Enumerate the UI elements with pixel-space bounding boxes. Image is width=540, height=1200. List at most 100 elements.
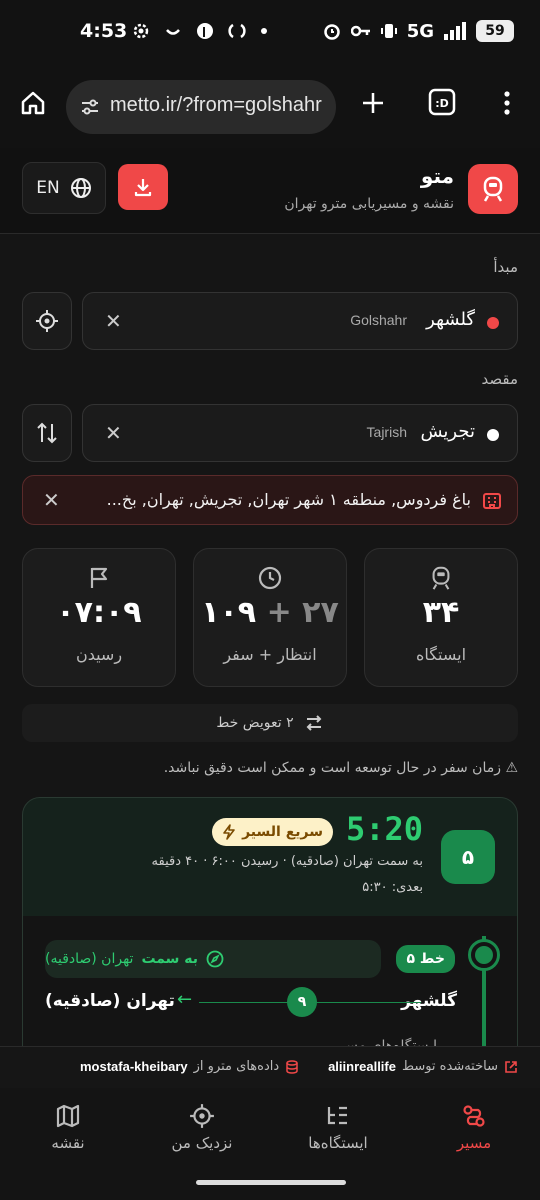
flag-icon [90,567,108,588]
gesture-bar[interactable] [196,1180,346,1185]
system-icons: 5G 59 [323,20,514,42]
download-icon [134,179,152,197]
browser-toolbar: metto.ir/?from=golshahr :D [0,68,540,148]
express-label: سریع السیر [242,824,323,840]
built-by[interactable]: ساخته‌شده توسط aliinreallife [328,1059,518,1074]
app-header: متو نقشه و مسیریابی مترو تهران EN [0,148,540,234]
pinterest-icon [197,23,213,39]
home-icon[interactable] [20,90,46,116]
address-text: باغ فردوس, منطقه ۱ شهر تهران, تجریش, تهر… [106,490,471,509]
nav-route[interactable]: مسیر [424,1098,524,1152]
direction-pill: به سمت تهران (صادقیه) [45,940,381,978]
list-tree-icon [327,1106,347,1125]
nav-stations[interactable]: ایستگاه‌ها [288,1098,388,1152]
transfer-arrows-icon [306,715,322,731]
data-source[interactable]: داده‌های مترو از mostafa-kheibary [80,1059,299,1074]
destination-clear-icon[interactable]: ✕ [105,421,122,445]
status-bar: 4:53 5G 59 [0,0,540,68]
plus-sign: + [266,595,292,630]
url-text: metto.ir/?from=golshahr [110,94,322,116]
language-label: EN [36,178,60,198]
address-banner[interactable]: باغ فردوس, منطقه ۱ شهر تهران, تجریش, تهر… [22,475,518,525]
app-subtitle: نقشه و مسیریابی مترو تهران [284,196,454,212]
nav-map[interactable]: نقشه [18,1098,118,1152]
swap-button[interactable] [22,404,72,462]
line-badge: ۵ [441,830,495,884]
battery-indicator: 59 [476,20,514,42]
database-icon [286,1059,298,1074]
origin-label: مبدأ [493,258,518,276]
crosshair-icon [36,310,58,332]
signal-icon [444,22,466,40]
new-tab-icon[interactable] [360,90,386,116]
gear-icon [133,23,149,39]
train-icon [483,176,503,202]
nav-nearby[interactable]: نزدیک من [152,1098,252,1152]
more-menu-icon[interactable] [500,90,514,116]
compass-icon [206,950,224,968]
line-chip: خط ۵ [396,945,455,973]
origin-dot [487,317,499,329]
route-icon [463,1105,485,1127]
map-icon [56,1104,80,1128]
route-origin-node [468,939,500,971]
origin-field[interactable]: گلشهر Golshahr ✕ [82,292,518,350]
destination-field[interactable]: تجریش Tajrish ✕ [82,404,518,462]
locate-me-button[interactable] [22,292,72,350]
stat-duration: ۱۰۹ + ۲۷ انتظار + سفر [193,548,347,687]
trip-meta: به سمت تهران (صادقیه) · رسیدن ۶:۰۰ · ۴۰ … [151,854,423,869]
direction-prefix: به سمت [141,951,199,967]
site-settings-icon[interactable] [80,98,100,116]
key-icon [350,25,370,37]
stat-arrival: ۰۷:۰۹ رسیدن [22,548,176,687]
download-button[interactable] [118,164,168,210]
credit-bar: ساخته‌شده توسط aliinreallife داده‌های مت… [0,1046,540,1088]
app-logo [468,164,518,214]
express-badge: سریع السیر [212,818,333,846]
data-source-name: mostafa-kheibary [80,1059,188,1074]
segment-destination: تهران (صادقیه) [45,991,175,1011]
sync-icon [228,23,246,39]
departure-time: 5:20 [345,810,423,848]
duration-value: ۱۰۹ + ۲۷ [194,595,346,630]
destination-name-fa: تجریش [420,421,475,442]
built-by-prefix: ساخته‌شده توسط [401,1059,498,1074]
origin-clear-icon[interactable]: ✕ [105,309,122,333]
stop-count: ۹ [287,987,317,1017]
destination-label: مقصد [481,370,518,388]
nav-route-label: مسیر [456,1134,492,1152]
travel-time-warning: ⚠ زمان سفر در حال توسعه است و ممکن است د… [163,760,518,776]
transfers-summary[interactable]: ۲ تعویض خط [22,704,518,742]
language-toggle[interactable]: EN [22,162,106,214]
destination-dot [487,429,499,441]
lightning-icon [223,824,235,840]
tabs-icon[interactable]: :D [428,88,456,116]
stations-label: ایستگاه [415,645,467,664]
close-icon[interactable]: ✕ [43,488,60,512]
network-type: 5G [406,20,434,42]
notification-icons [132,22,268,40]
duration-label: انتظار + سفر [223,645,317,664]
nav-nearby-label: نزدیک من [171,1134,233,1152]
origin-name-en: Golshahr [350,312,407,328]
stations-count: ۳۴ [422,595,460,630]
status-time: 4:53 [80,20,128,42]
globe-icon [70,178,91,198]
arrival-label: رسیدن [75,645,123,664]
svg-text::D: :D [435,97,449,110]
dot-icon [261,28,267,34]
arrow-left-icon: ← [177,989,193,1010]
train-icon [432,566,450,590]
built-by-name: aliinreallife [328,1059,396,1074]
nav-stations-label: ایستگاه‌ها [308,1134,368,1152]
alarm-icon [323,24,340,40]
origin-name-fa: گلشهر [426,309,475,330]
app-title: متو [420,164,454,188]
address-bar[interactable]: metto.ir/?from=golshahr [66,80,336,134]
stat-stations: ۳۴ ایستگاه [364,548,518,687]
clock-icon [258,566,282,590]
external-link-icon [505,1060,517,1073]
direction-name: تهران (صادقیه) [45,951,134,967]
arrival-time: ۰۷:۰۹ [56,595,142,630]
building-icon [483,493,501,509]
